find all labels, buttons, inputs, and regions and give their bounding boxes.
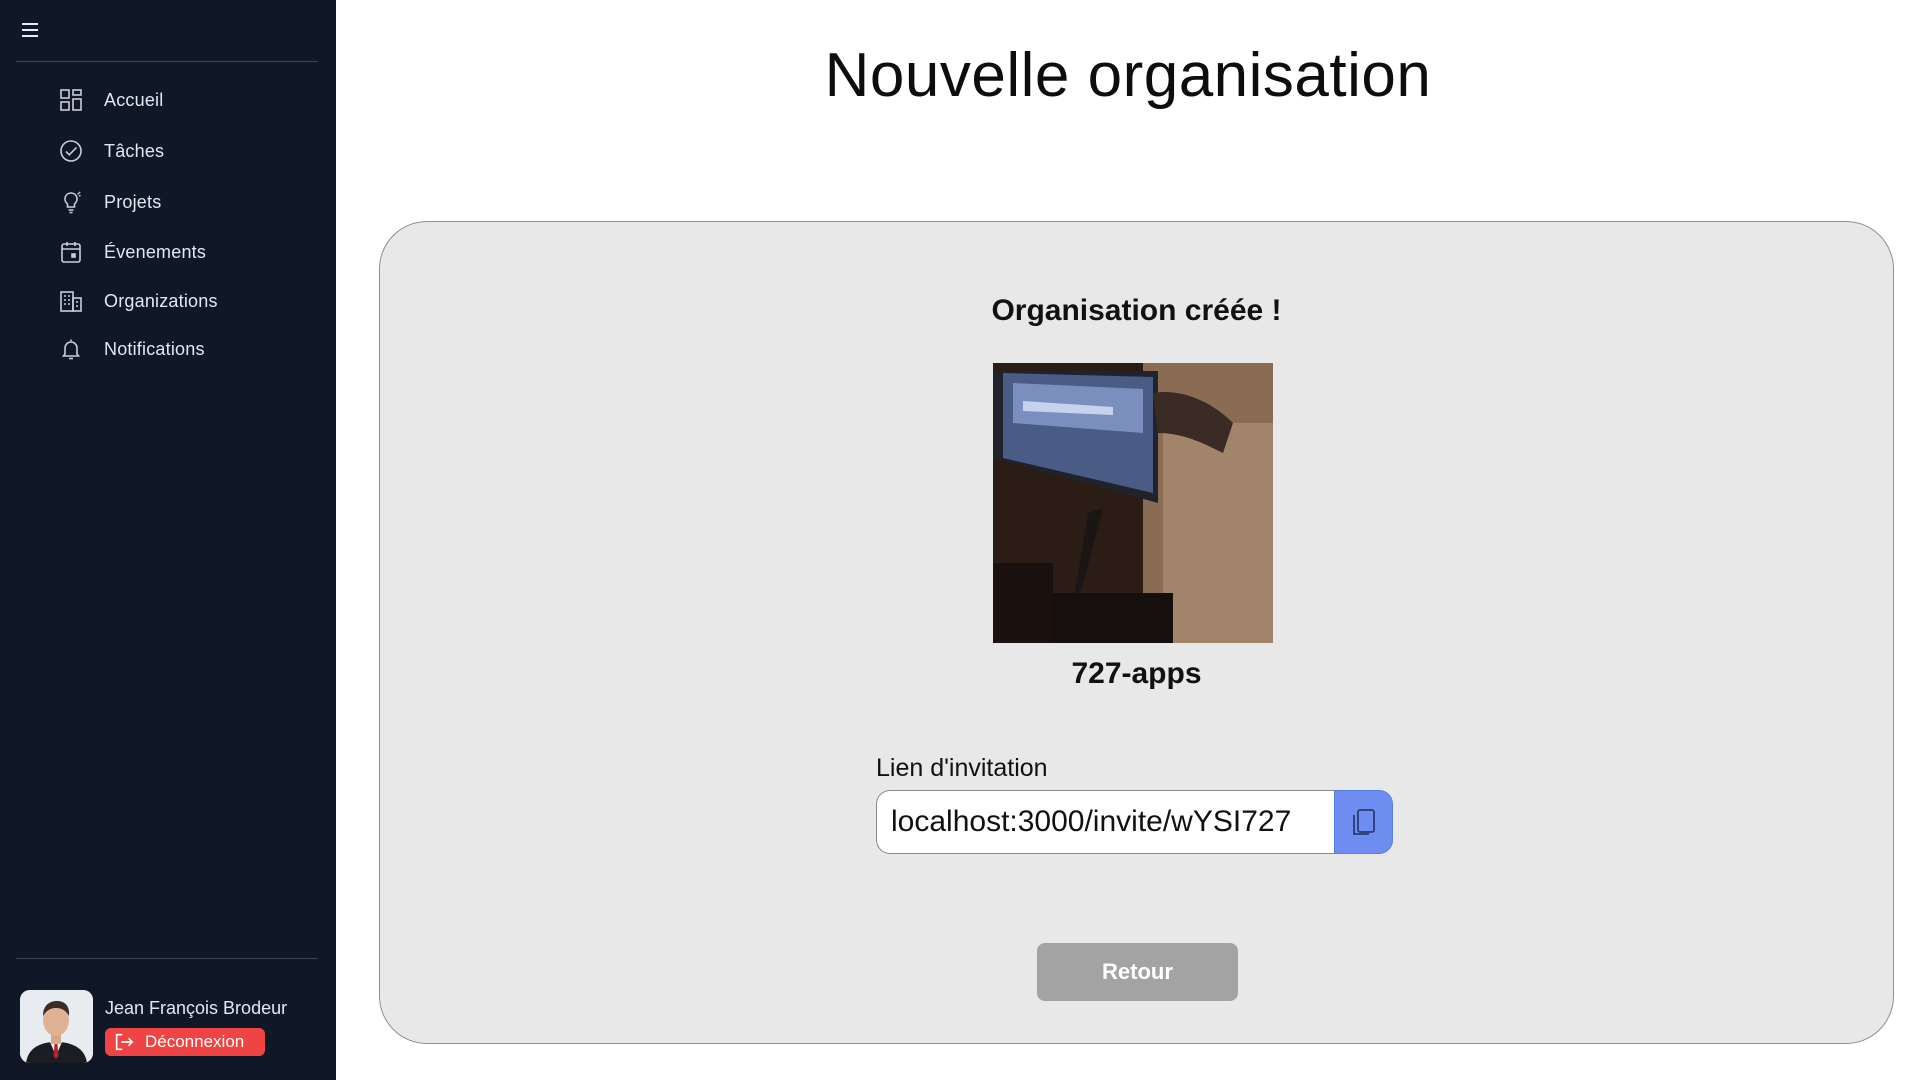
user-name: Jean François Brodeur bbox=[105, 998, 288, 1018]
sidebar-item-projets[interactable]: Projets bbox=[58, 184, 318, 220]
sidebar-item-accueil[interactable]: Accueil bbox=[58, 82, 318, 118]
sidebar: Accueil Tâches Projets Évenements Organi… bbox=[0, 0, 336, 1080]
logout-button[interactable]: Déconnexion bbox=[105, 1028, 265, 1056]
invite-link-field[interactable] bbox=[876, 790, 1334, 854]
copy-button[interactable] bbox=[1334, 790, 1393, 854]
avatar[interactable] bbox=[20, 990, 93, 1063]
sidebar-item-label: Tâches bbox=[104, 140, 165, 161]
lightbulb-icon bbox=[58, 189, 84, 215]
back-button[interactable]: Retour bbox=[1037, 943, 1238, 1001]
logout-label: Déconnexion bbox=[145, 1032, 245, 1051]
app: Accueil Tâches Projets Évenements Organi… bbox=[0, 0, 1920, 1080]
sidebar-item-organizations[interactable]: Organizations bbox=[58, 283, 318, 319]
invite-link-label: Lien d'invitation bbox=[876, 754, 1048, 782]
calendar-icon bbox=[58, 239, 84, 265]
created-heading: Organisation créée ! bbox=[991, 294, 1282, 327]
page-title: Nouvelle organisation bbox=[824, 41, 1432, 110]
sidebar-divider bbox=[16, 958, 318, 959]
logout-icon bbox=[113, 1031, 135, 1053]
organization-name: 727-apps bbox=[1071, 657, 1202, 690]
sidebar-divider bbox=[16, 61, 318, 62]
org-created-card: Organisation créée ! 727-apps Lien d'inv… bbox=[379, 221, 1894, 1044]
sidebar-item-label: Projets bbox=[104, 191, 162, 212]
dashboard-grid-icon bbox=[58, 87, 84, 113]
sidebar-item-label: Notifications bbox=[104, 338, 205, 359]
sidebar-item-label: Organizations bbox=[104, 290, 218, 311]
hamburger-icon[interactable] bbox=[22, 18, 40, 42]
sidebar-item-evenements[interactable]: Évenements bbox=[58, 234, 318, 270]
sidebar-item-taches[interactable]: Tâches bbox=[58, 133, 318, 169]
building-icon bbox=[58, 288, 84, 314]
check-circle-icon bbox=[58, 138, 84, 164]
sidebar-item-label: Évenements bbox=[104, 241, 207, 262]
copy-icon bbox=[1348, 806, 1380, 838]
bell-icon bbox=[58, 336, 84, 362]
sidebar-item-label: Accueil bbox=[104, 89, 164, 110]
sidebar-item-notifications[interactable]: Notifications bbox=[58, 331, 318, 367]
organization-image bbox=[993, 363, 1273, 643]
invite-link-group bbox=[876, 790, 1393, 854]
